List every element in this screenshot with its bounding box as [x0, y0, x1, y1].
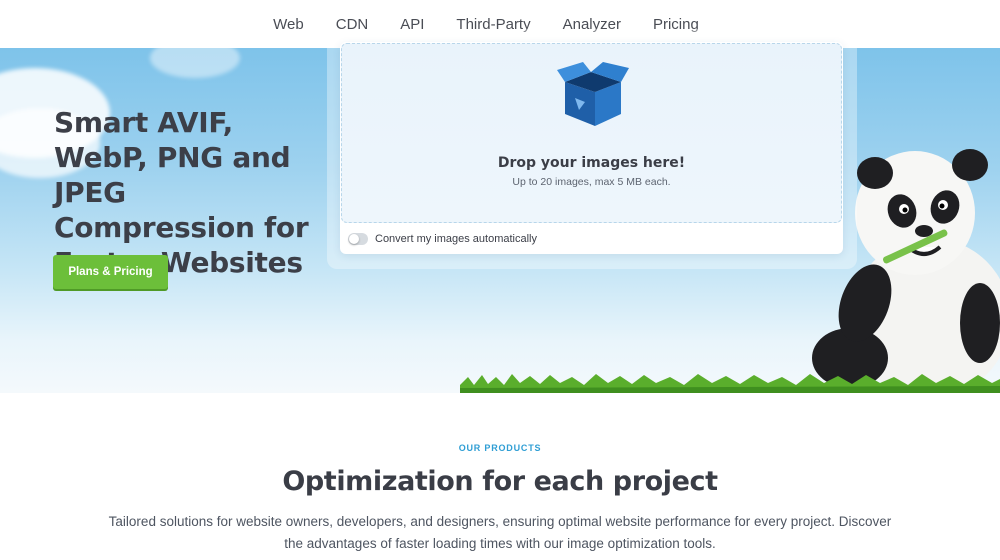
products-title: Optimization for each project: [282, 466, 718, 497]
auto-convert-toggle[interactable]: [348, 233, 368, 245]
auto-convert-row: Convert my images automatically: [348, 231, 537, 247]
products-eyebrow: OUR PRODUCTS: [458, 443, 542, 453]
drop-title: Drop your images here!: [497, 155, 686, 171]
image-drop-zone[interactable]: Drop your images here! Up to 20 images, …: [341, 43, 842, 223]
hero-headline: Smart AVIF, WebP, PNG and JPEG Compressi…: [54, 106, 309, 279]
products-description: Tailored solutions for website owners, d…: [108, 514, 892, 551]
auto-convert-label: Convert my images automatically: [375, 233, 538, 245]
cloud-decoration: [150, 48, 240, 78]
grass-decoration: [460, 371, 1000, 393]
nav-item-web[interactable]: Web: [257, 16, 320, 33]
plans-pricing-button[interactable]: Plans & Pricing: [53, 255, 168, 289]
drop-limits: Up to 20 images, max 5 MB each.: [512, 176, 671, 188]
box-icon: [555, 62, 633, 130]
